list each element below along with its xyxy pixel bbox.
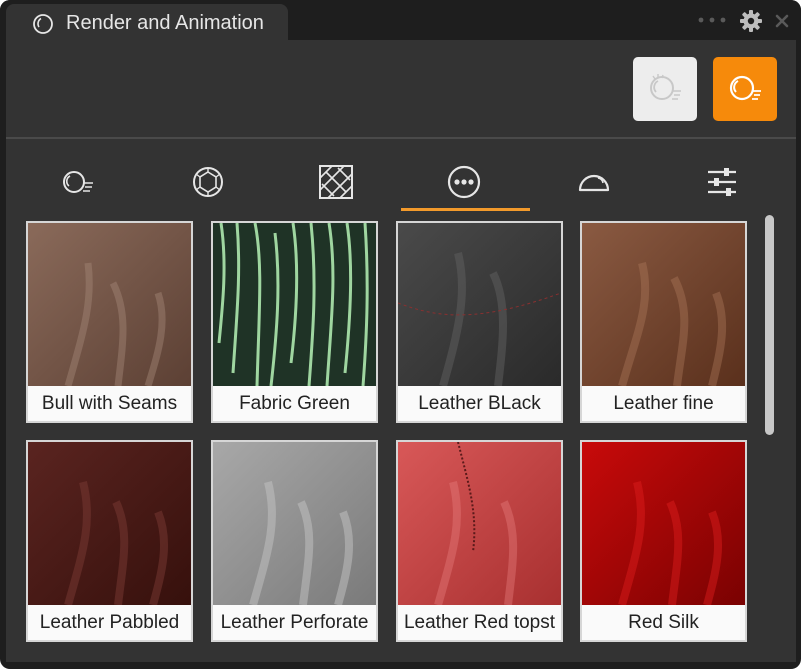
material-swatch	[213, 442, 376, 605]
title-bar: Render and Animation	[0, 0, 801, 44]
render-active-button[interactable]	[713, 57, 777, 121]
tab-environment[interactable]	[574, 162, 614, 202]
material-label: Leather Pabbled	[39, 612, 180, 633]
material-swatch	[213, 223, 376, 386]
material-sphere-icon	[63, 171, 93, 193]
material-swatch	[398, 442, 561, 605]
panel-title: Render and Animation	[66, 12, 264, 34]
tab-texture[interactable]	[316, 162, 356, 202]
material-label: Red Silk	[628, 612, 699, 633]
panel-tab[interactable]: Render and Animation	[6, 4, 288, 40]
close-icon[interactable]	[772, 11, 792, 31]
dome-icon	[578, 174, 610, 192]
material-label: Bull with Seams	[41, 393, 178, 414]
gem-icon	[193, 167, 223, 197]
tab-material[interactable]	[58, 162, 98, 202]
tab-gem[interactable]	[188, 162, 228, 202]
render-light-icon	[650, 74, 681, 100]
material-swatch	[582, 223, 745, 386]
material-swatch	[398, 223, 561, 386]
render-sphere-icon	[33, 14, 53, 34]
material-card[interactable]: Bull with Seams	[26, 221, 193, 423]
material-card[interactable]: Leather Perforate	[211, 440, 378, 642]
render-active-icon	[729, 75, 761, 101]
material-card[interactable]: Fabric Green	[211, 221, 378, 423]
more-options-icon	[447, 165, 481, 199]
material-label: Fabric Green	[239, 393, 350, 414]
render-toolbar	[6, 40, 796, 137]
material-card[interactable]: Leather Pabbled	[26, 440, 193, 642]
drag-handle-icon[interactable]	[697, 16, 727, 24]
material-card[interactable]: Leather BLack	[396, 221, 563, 423]
category-tabs	[6, 150, 796, 212]
active-tab-indicator	[401, 208, 530, 211]
toolbar-divider	[6, 137, 796, 139]
material-label: Leather fine	[613, 393, 714, 414]
material-label: Leather BLack	[418, 393, 541, 414]
sliders-icon	[708, 168, 736, 196]
material-card[interactable]: Red Silk	[580, 440, 747, 642]
tab-more[interactable]	[444, 162, 484, 202]
material-card[interactable]: Leather Red topst	[396, 440, 563, 642]
render-animation-panel: Render and Animation Bull with Seams Fab…	[0, 0, 801, 669]
panel-body: Bull with Seams Fabric Green Leather BLa…	[6, 40, 796, 662]
material-label: Leather Perforate	[220, 612, 369, 633]
texture-pattern-icon	[319, 165, 353, 199]
material-label: Leather Red topst	[403, 612, 556, 633]
render-preview-button[interactable]	[633, 57, 697, 121]
tab-settings[interactable]	[702, 162, 742, 202]
material-swatch	[28, 223, 191, 386]
material-swatch	[582, 442, 745, 605]
scrollbar-thumb[interactable]	[765, 215, 774, 435]
material-grid: Bull with Seams Fabric Green Leather BLa…	[6, 218, 766, 662]
settings-gear-icon[interactable]	[740, 10, 762, 32]
material-swatch	[28, 442, 191, 605]
material-card[interactable]: Leather fine	[580, 221, 747, 423]
